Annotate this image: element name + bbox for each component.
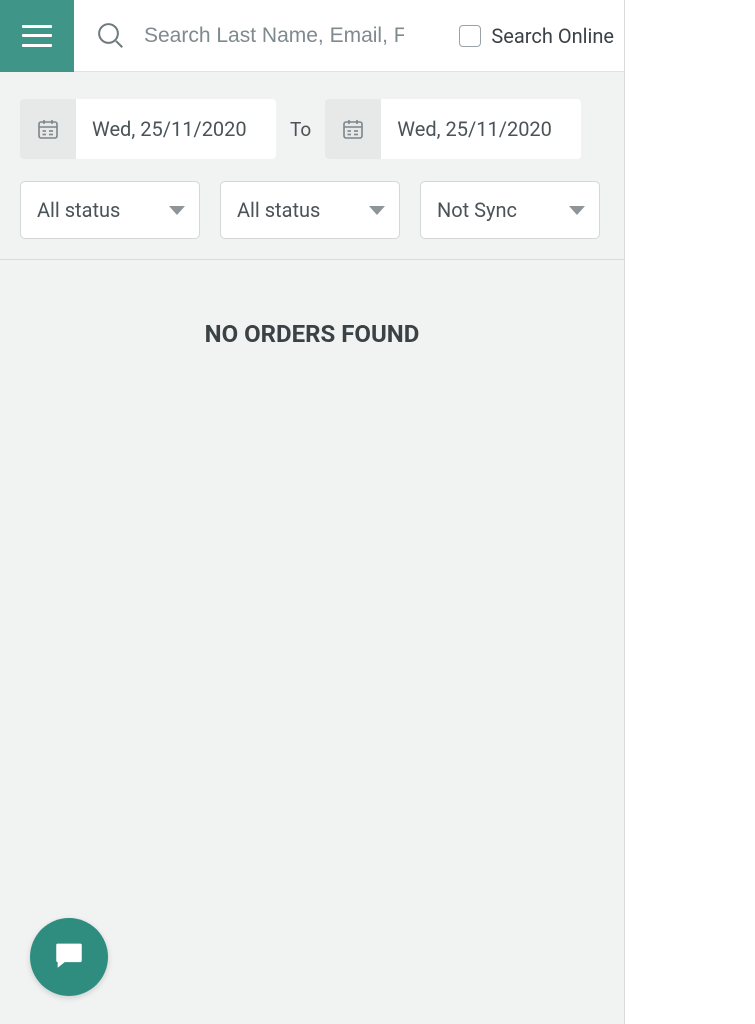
date-to-value: Wed, 25/11/2020 [381,99,581,159]
search-online-group: Search Online [459,24,624,48]
date-range-row: Wed, 25/11/2020 To Wed, 25/1 [20,99,604,159]
status-filter-2[interactable]: All status [220,181,400,239]
search-icon [96,21,126,51]
app-frame: Search Online Wed, 25/11 [0,0,625,1024]
dropdown-row: All status All status Not Sync [20,181,604,239]
header: Search Online [0,0,624,72]
status-filter-1-value: All status [37,198,120,222]
search-online-label: Search Online [491,24,614,48]
search-input[interactable] [144,24,404,48]
chat-icon [52,938,86,976]
search-online-checkbox[interactable] [459,25,481,47]
calendar-icon [325,99,381,159]
date-from-value: Wed, 25/11/2020 [76,99,276,159]
filters-panel: Wed, 25/11/2020 To Wed, 25/1 [0,72,624,260]
status-filter-1[interactable]: All status [20,181,200,239]
date-to-label: To [290,118,311,141]
chevron-down-icon [169,206,185,215]
date-to-picker[interactable]: Wed, 25/11/2020 [325,99,581,159]
status-filter-2-value: All status [237,198,320,222]
search-wrap [74,0,459,71]
menu-button[interactable] [0,0,74,72]
calendar-icon [20,99,76,159]
sync-filter-value: Not Sync [437,198,517,222]
chevron-down-icon [369,206,385,215]
hamburger-icon [22,25,52,47]
sync-filter[interactable]: Not Sync [420,181,600,239]
date-from-picker[interactable]: Wed, 25/11/2020 [20,99,276,159]
chat-button[interactable] [30,918,108,996]
empty-state-message: NO ORDERS FOUND [0,260,624,348]
chevron-down-icon [569,206,585,215]
